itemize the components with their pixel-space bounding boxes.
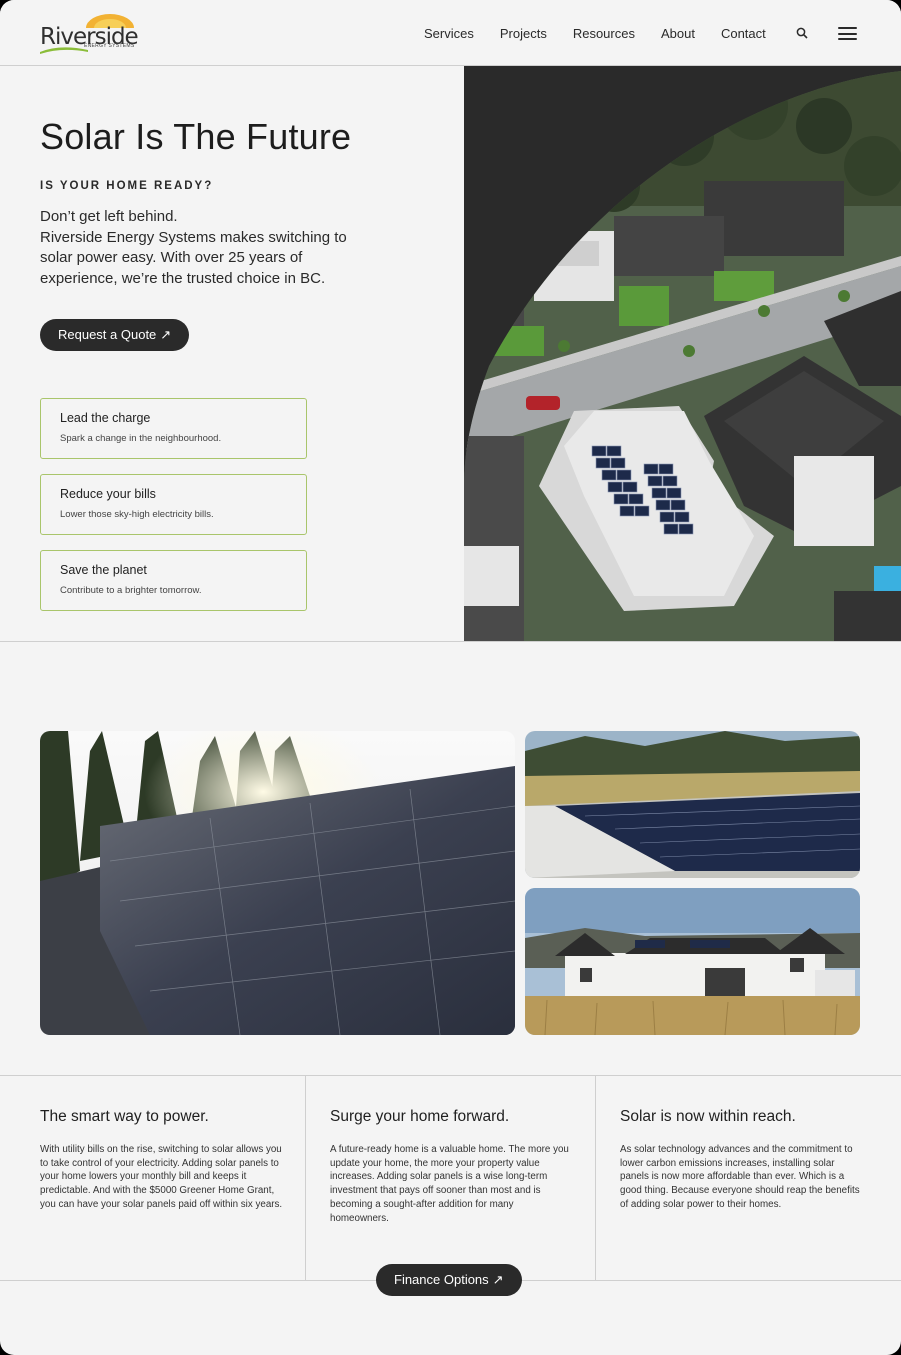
benefit-cards: Lead the charge Spark a change in the ne… — [40, 398, 307, 626]
ground-mount-array-photo — [525, 731, 860, 878]
search-icon[interactable] — [796, 27, 808, 39]
finance-options-button[interactable]: Finance Options ↗ — [376, 1264, 522, 1296]
page: Riverside ENERGY SYSTEMS Services Projec… — [0, 0, 901, 1355]
riverside-logo[interactable]: Riverside ENERGY SYSTEMS — [40, 14, 150, 54]
benefit-card: Save the planet Contribute to a brighter… — [40, 550, 307, 611]
nav-contact[interactable]: Contact — [721, 26, 766, 41]
feature-column: Solar is now within reach. As solar tech… — [595, 1076, 901, 1280]
benefit-card-subtitle: Contribute to a brighter tomorrow. — [60, 585, 202, 596]
hero-line-1: Don’t get left behind. — [40, 208, 178, 225]
hero-aerial-photo — [464, 66, 901, 641]
main-nav: Services Projects Resources About Contac… — [424, 26, 792, 41]
nav-resources[interactable]: Resources — [573, 26, 635, 41]
hero-line-2: Riverside Energy Systems makes switching… — [40, 228, 347, 287]
benefit-card-title: Reduce your bills — [60, 487, 156, 501]
hero-section: Solar Is The Future IS YOUR HOME READY? … — [0, 66, 901, 642]
hero-title: Solar Is The Future — [40, 116, 352, 157]
benefit-card: Lead the charge Spark a change in the ne… — [40, 398, 307, 459]
feature-body: As solar technology advances and the com… — [620, 1144, 860, 1210]
benefit-card-title: Lead the charge — [60, 411, 151, 425]
benefit-card: Reduce your bills Lower those sky-high e… — [40, 474, 307, 535]
nav-about[interactable]: About — [661, 26, 695, 41]
finance-options-label: Finance Options — [394, 1272, 489, 1287]
request-quote-button[interactable]: Request a Quote ↗ — [40, 319, 190, 351]
hero-description: Don’t get left behind. Riverside Energy … — [40, 207, 380, 289]
hero-eyebrow: IS YOUR HOME READY? — [40, 180, 214, 192]
feature-title: Surge your home forward. — [330, 1108, 510, 1125]
features-section: The smart way to power. With utility bil… — [0, 1075, 901, 1281]
benefit-card-subtitle: Spark a change in the neighbourhood. — [60, 433, 222, 444]
feature-column: The smart way to power. With utility bil… — [0, 1076, 305, 1280]
arrow-up-right-icon: ↗ — [160, 327, 172, 342]
benefit-card-subtitle: Lower those sky-high electricity bills. — [60, 509, 214, 520]
feature-body: A future-ready home is a valuable home. … — [330, 1144, 569, 1224]
benefit-card-title: Save the planet — [60, 563, 147, 577]
feature-title: Solar is now within reach. — [620, 1108, 796, 1125]
nav-projects[interactable]: Projects — [500, 26, 547, 41]
logo-tagline: ENERGY SYSTEMS — [84, 43, 135, 49]
request-quote-label: Request a Quote — [58, 327, 157, 342]
rooftop-panels-photo — [40, 731, 515, 1035]
site-header: Riverside ENERGY SYSTEMS Services Projec… — [0, 0, 901, 66]
house-with-solar-photo — [525, 888, 860, 1035]
hamburger-menu-icon[interactable] — [838, 27, 857, 40]
nav-services[interactable]: Services — [424, 26, 474, 41]
feature-column: Surge your home forward. A future-ready … — [305, 1076, 595, 1280]
arrow-up-right-icon: ↗ — [492, 1272, 504, 1287]
feature-body: With utility bills on the rise, switchin… — [40, 1144, 283, 1210]
feature-title: The smart way to power. — [40, 1108, 209, 1125]
